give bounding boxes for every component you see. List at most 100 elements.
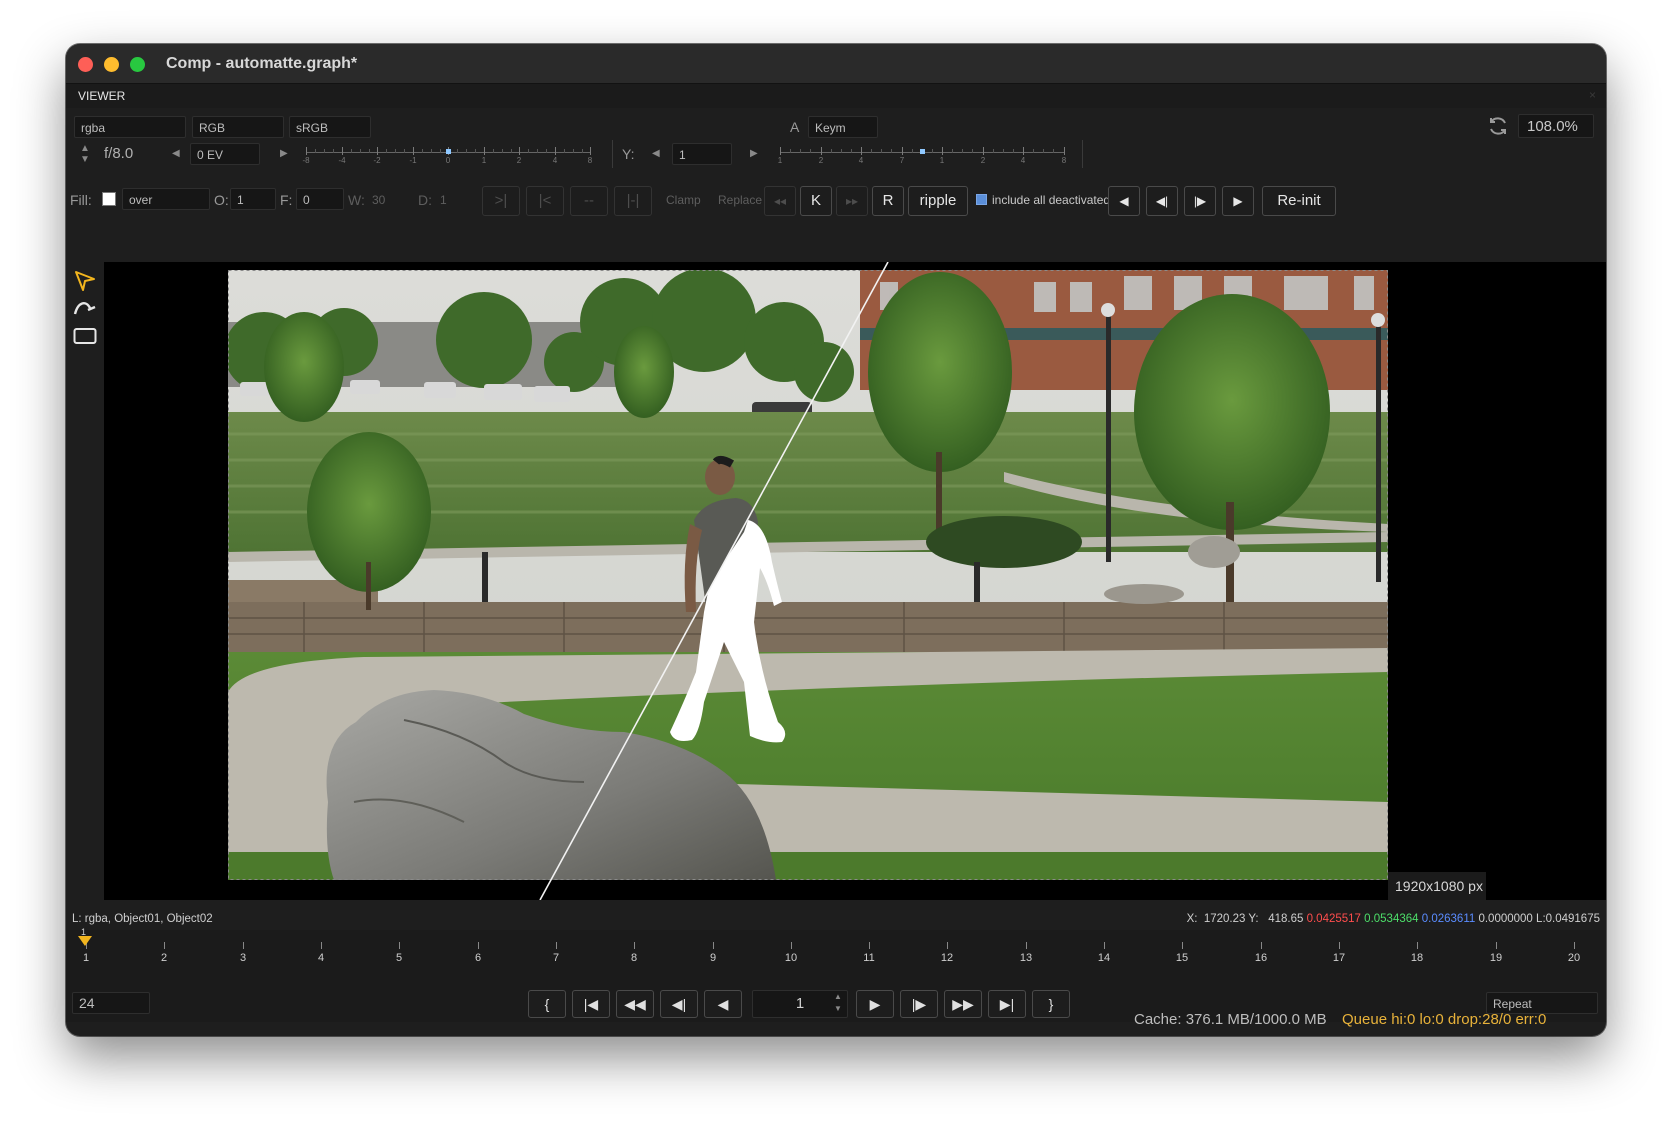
d-field[interactable]: 1: [440, 193, 447, 207]
next-key-icon[interactable]: ▸▸: [836, 186, 868, 216]
timeline-frame-label: 14: [1097, 952, 1111, 964]
alpha-value: 0.0000000: [1478, 913, 1533, 925]
timeline-tick: [1026, 942, 1027, 949]
timeline-tick: [321, 942, 322, 949]
refresh-icon[interactable]: [1486, 114, 1510, 138]
reinit-button[interactable]: Re-init: [1262, 186, 1336, 216]
prev-frame-icon[interactable]: ◀: [1108, 186, 1140, 216]
ruler-tick-label: -4: [338, 156, 346, 165]
minimize-window-button[interactable]: [104, 57, 119, 72]
ruler-minor-tick: [993, 149, 994, 153]
footer-status: Cache: 376.1 MB/1000.0 MB Queue hi:0 lo:…: [66, 1010, 1606, 1036]
exposure-increment-icon[interactable]: ▶: [280, 148, 288, 159]
blend-mode-select[interactable]: over: [122, 188, 210, 210]
ruler-minor-tick: [537, 149, 538, 153]
fill-color-swatch[interactable]: [102, 192, 116, 206]
timeline-tick: [164, 942, 165, 949]
red-value: 0.0425517: [1306, 913, 1361, 925]
resolution-label: 1920x1080 px: [1395, 878, 1483, 894]
ruler-minor-tick: [891, 149, 892, 153]
ruler-tick-label: 4: [1020, 156, 1026, 165]
ruler-tick-label: 8: [587, 156, 593, 165]
timeline-frame-label: 4: [317, 952, 325, 964]
ruler-minor-tick: [333, 149, 334, 153]
close-panel-icon[interactable]: ×: [1589, 88, 1596, 102]
prev-key-icon[interactable]: ◂◂: [764, 186, 796, 216]
key-r-button[interactable]: R: [872, 186, 904, 216]
exposure-decrement-icon[interactable]: ◀: [172, 148, 180, 159]
ruler-tick-label: -8: [302, 156, 310, 165]
range-button[interactable]: |-|: [614, 186, 652, 216]
ruler-tick: [306, 147, 307, 155]
zoom-field[interactable]: 108.0%: [1518, 114, 1594, 138]
slider-knob[interactable]: [920, 149, 925, 154]
width-field[interactable]: 30: [372, 193, 385, 207]
d-label: D:: [418, 192, 432, 208]
timeline-frame-label: 5: [395, 952, 403, 964]
ruler-minor-tick: [582, 149, 583, 153]
step-forward-icon[interactable]: |▶: [1184, 186, 1216, 216]
maximize-window-button[interactable]: [130, 57, 145, 72]
opacity-field[interactable]: 1: [230, 188, 276, 210]
app-window: Comp - automatte.graph* VIEWER × rgba RG…: [66, 44, 1606, 1036]
blue-value: 0.0263611: [1421, 913, 1476, 925]
ruler-minor-tick: [1043, 149, 1044, 153]
timeline-tick: [1574, 942, 1575, 949]
panel-tab-bar: VIEWER ×: [66, 84, 1606, 108]
fstop-value[interactable]: f/8.0: [104, 145, 133, 162]
select-tool-icon[interactable]: [72, 268, 98, 294]
gamma-increment-icon[interactable]: ▶: [750, 148, 758, 159]
ruler-minor-tick: [511, 149, 512, 153]
ruler-tick-label: 2: [516, 156, 522, 165]
ruler-tick: [1023, 147, 1024, 155]
timeline-tick: [1417, 942, 1418, 949]
step-back-icon[interactable]: ◀|: [1146, 186, 1178, 216]
gamma-decrement-icon[interactable]: ◀: [652, 148, 660, 159]
timeline-tick: [478, 942, 479, 949]
ruler-minor-tick: [1013, 149, 1014, 153]
timeline-frame-label: 17: [1332, 952, 1346, 964]
ruler-minor-tick: [932, 149, 933, 153]
channel-select[interactable]: rgba: [74, 116, 186, 138]
video-frame: [228, 262, 1486, 900]
viewer-canvas[interactable]: 1920x1080 px: [104, 262, 1606, 900]
jump-right-button[interactable]: >|: [482, 186, 520, 216]
gamma-field[interactable]: 1: [672, 143, 732, 165]
tab-viewer[interactable]: VIEWER: [78, 89, 125, 103]
playhead-marker-icon[interactable]: [78, 936, 92, 946]
bezier-tool-icon[interactable]: [72, 296, 98, 320]
next-frame-icon[interactable]: ▶: [1222, 186, 1254, 216]
display-select[interactable]: sRGB: [289, 116, 371, 138]
exposure-slider[interactable]: -8 -4 -2 -1 0 1 2 4 8: [302, 144, 593, 166]
close-window-button[interactable]: [78, 57, 93, 72]
gamma-slider[interactable]: 1 2 4 7 1 2 4 8: [778, 144, 1066, 166]
ruler-minor-tick: [972, 149, 973, 153]
ruler-minor-tick: [404, 149, 405, 153]
ruler-minor-tick: [386, 149, 387, 153]
timeline-frame-label: 11: [863, 952, 875, 964]
ruler-minor-tick: [369, 149, 370, 153]
ruler-minor-tick: [546, 149, 547, 153]
clamp-label[interactable]: Clamp: [666, 193, 701, 207]
key-k-button[interactable]: K: [800, 186, 832, 216]
alpha-channel-select[interactable]: Keym: [808, 116, 878, 138]
replace-label[interactable]: Replace: [718, 193, 762, 207]
include-all-checkbox[interactable]: [976, 194, 987, 205]
frame-up-icon[interactable]: ▲: [834, 992, 842, 1001]
feather-field[interactable]: 0: [296, 188, 344, 210]
rectangle-tool-icon[interactable]: [72, 324, 98, 348]
dash-button[interactable]: --: [570, 186, 608, 216]
colorspace-select[interactable]: RGB: [192, 116, 284, 138]
fstop-up-icon[interactable]: ▲: [80, 143, 90, 154]
fstop-down-icon[interactable]: ▼: [80, 154, 90, 165]
timeline-frame-label: 8: [630, 952, 638, 964]
ruler-tick: [983, 147, 984, 155]
ruler-tick: [902, 147, 903, 155]
ruler-minor-tick: [871, 149, 872, 153]
ripple-button[interactable]: ripple: [908, 186, 968, 216]
jump-left-button[interactable]: |<: [526, 186, 564, 216]
slider-knob[interactable]: [446, 149, 451, 154]
exposure-field[interactable]: 0 EV: [190, 143, 260, 165]
timeline-frame-label: 18: [1410, 952, 1424, 964]
timeline[interactable]: 1 2 3 4 5 6 7 8 9 10 11 12 13 14 15 16 17 18 19 20 1 24 { |…: [66, 927, 1606, 1022]
